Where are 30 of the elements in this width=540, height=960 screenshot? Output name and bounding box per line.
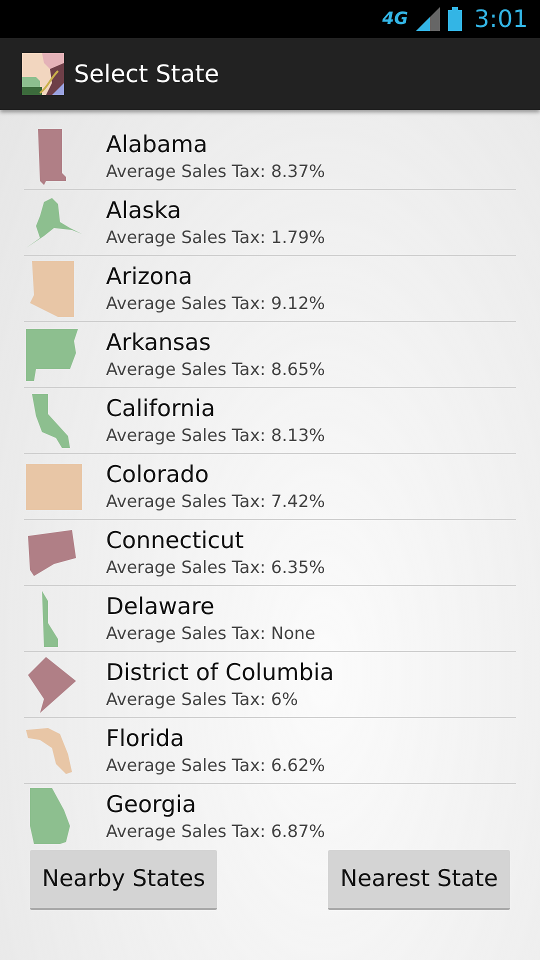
state-name[interactable]: Alaska — [106, 198, 326, 224]
sales-tax-label: Average Sales Tax: 1.79% — [106, 228, 326, 248]
signal-icon — [416, 7, 440, 31]
sales-tax-label: Average Sales Tax: 8.37% — [106, 162, 326, 182]
sales-tax-label: Average Sales Tax: 7.42% — [106, 492, 326, 512]
state-name[interactable]: Florida — [106, 726, 326, 752]
clock-time: 3:01 — [474, 5, 528, 33]
state-name[interactable]: Connecticut — [106, 528, 326, 554]
sales-tax-label: Average Sales Tax: 8.13% — [106, 426, 326, 446]
state-name[interactable]: Georgia — [106, 792, 326, 818]
sales-tax-label: Average Sales Tax: 9.12% — [106, 294, 326, 314]
state-name[interactable]: Delaware — [106, 594, 316, 620]
sales-tax-label: Average Sales Tax: 6.62% — [106, 756, 326, 776]
sales-tax-label: Average Sales Tax: None — [106, 624, 316, 644]
state-button[interactable]: Nearby States — [30, 850, 218, 910]
state-name[interactable]: District of Columbia — [106, 660, 334, 686]
app-logo-icon — [22, 53, 64, 95]
sales-tax-label: Average Sales Tax: 6.35% — [106, 558, 326, 578]
state-name[interactable]: Colorado — [106, 462, 326, 488]
state-button[interactable]: Nearest State — [328, 850, 510, 910]
state-name[interactable]: Arizona — [106, 264, 326, 290]
state-name[interactable]: Arkansas — [106, 330, 326, 356]
sales-tax-label: Average Sales Tax: 8.65% — [106, 360, 326, 380]
battery-icon — [448, 7, 462, 31]
screen-title: Select State — [74, 60, 220, 88]
network-type-label: 4G — [382, 9, 408, 29]
state-name[interactable]: California — [106, 396, 326, 422]
sales-tax-label: Average Sales Tax: 6.87% — [106, 822, 326, 842]
state-name[interactable]: Alabama — [106, 132, 326, 158]
sales-tax-label: Average Sales Tax: 6% — [106, 690, 300, 710]
